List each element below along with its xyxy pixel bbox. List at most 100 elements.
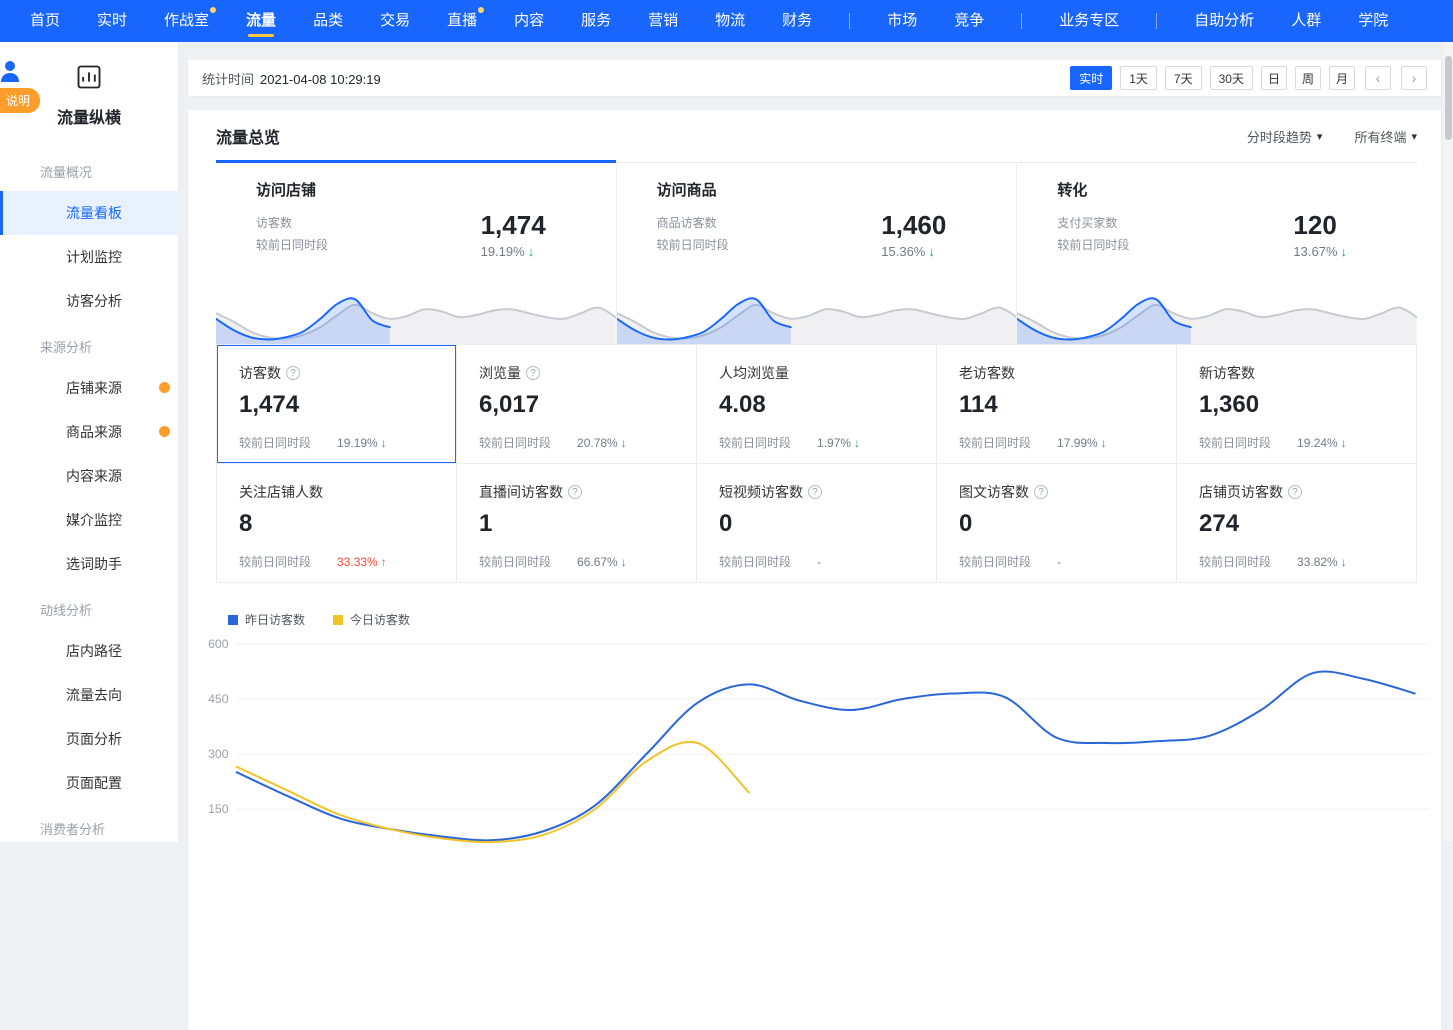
metric-title: 关注店铺人数 [239,482,323,502]
nav-item-traffic[interactable]: 流量 [246,0,276,42]
nav-item-war-room[interactable]: 作战室 [164,0,209,42]
sidebar-item-traffic-dashboard[interactable]: 流量看板 [0,191,178,235]
range-button-30d[interactable]: 30天 [1210,66,1253,90]
sidebar-item-content-source[interactable]: 内容来源 [0,454,178,498]
change-indicator: 66.67%↓ [577,555,627,569]
panel-value: 1,474 [481,212,546,238]
change-percent: 17.99% [1057,436,1098,450]
legend-swatch [333,615,343,625]
scrollbar-thumb[interactable] [1445,56,1452,140]
nav-item-service[interactable]: 服务 [581,0,611,42]
nav-item-live[interactable]: 直播 [447,0,477,42]
visitor-trend-chart-area: 150300450600 [200,636,1429,876]
compare-label: 较前日同时段 [719,553,791,570]
nav-item-competition[interactable]: 竞争 [954,0,984,42]
visitor-trend-chart[interactable]: 150300450600 [200,636,1429,876]
trend-arrow: ↓ [381,436,387,450]
range-button-day[interactable]: 日 [1261,66,1287,90]
range-button-week[interactable]: 周 [1295,66,1321,90]
info-icon[interactable]: ? [1288,485,1302,499]
info-icon[interactable]: ? [568,485,582,499]
legend-item-today[interactable]: 今日访客数 [333,611,410,628]
compare-label: 较前日同时段 [1199,434,1271,451]
sidebar-item-shop-source[interactable]: 店铺来源 [0,366,178,410]
nav-item-market[interactable]: 市场 [887,0,917,42]
note-tag[interactable]: 说明 [0,88,40,113]
metric-value: 4.08 [719,391,936,419]
trend-arrow: ↓ [928,244,935,259]
sidebar-item-traffic-destination[interactable]: 流量去向 [0,673,178,717]
nav-item-business-zone[interactable]: 业务专区 [1059,0,1119,42]
info-icon[interactable]: ? [1034,485,1048,499]
trend-arrow: ↓ [621,555,627,569]
sidebar-item-label: 媒介监控 [66,512,122,528]
sidebar-item-page-config[interactable]: 页面配置 [0,761,178,805]
terminal-select[interactable]: 所有终端 ▾ [1354,127,1417,146]
metric-card-returning-visitors[interactable]: 老访客数 114 较前日同时段 17.99%↓ [937,345,1177,464]
metric-card-new-visitors[interactable]: 新访客数 1,360 较前日同时段 19.24%↓ [1177,345,1417,464]
scrollbar[interactable] [1444,42,1453,842]
sidebar-item-visitor-analysis[interactable]: 访客分析 [0,279,178,323]
nav-item-content[interactable]: 内容 [514,0,544,42]
nav-item-realtime[interactable]: 实时 [97,0,127,42]
info-icon[interactable]: ? [808,485,822,499]
nav-label: 直播 [447,12,477,29]
trend-arrow: ↓ [528,244,535,259]
range-button-7d[interactable]: 7天 [1165,66,1202,90]
range-button-1d[interactable]: 1天 [1120,66,1157,90]
nav-item-academy[interactable]: 学院 [1358,0,1388,42]
nav-divider [849,13,850,29]
range-button-realtime[interactable]: 实时 [1070,66,1112,90]
metric-card-shop-page-visitors[interactable]: 店铺页访客数? 274 较前日同时段 33.82%↓ [1177,464,1417,583]
sidebar-item-word-assistant[interactable]: 选词助手 [0,542,178,586]
compare-label: 较前日同时段 [657,234,729,256]
metric-card-pageviews[interactable]: 浏览量? 6,017 较前日同时段 20.78%↓ [457,345,697,464]
trend-mode-select[interactable]: 分时段趋势 ▾ [1247,127,1323,146]
sidebar-group-source-analysis: 来源分析 [0,323,178,366]
product-visit-sparkline [617,288,1017,344]
metric-card-image-text-visitors[interactable]: 图文访客数? 0 较前日同时段 - [937,464,1177,583]
nav-item-audience[interactable]: 人群 [1291,0,1321,42]
trend-arrow: ↓ [1341,555,1347,569]
sidebar-item-page-analysis[interactable]: 页面分析 [0,717,178,761]
metric-title: 新访客数 [1199,363,1255,383]
range-button-month[interactable]: 月 [1329,66,1355,90]
compare-label: 较前日同时段 [1199,553,1271,570]
metric-card-live-room-visitors[interactable]: 直播间访客数? 1 较前日同时段 66.67%↓ [457,464,697,583]
change-percent: - [817,555,821,569]
panel-product-visit[interactable]: 访问商品 商品访客数 较前日同时段 1,460 15.36% ↓ [617,163,1018,344]
legend-item-yesterday[interactable]: 昨日访客数 [228,611,305,628]
sidebar-item-product-source[interactable]: 商品来源 [0,410,178,454]
panel-conversion[interactable]: 转化 支付买家数 较前日同时段 120 13.67% ↓ [1017,163,1417,344]
compare-label: 较前日同时段 [239,553,311,570]
nav-item-logistics[interactable]: 物流 [715,0,745,42]
panel-shop-visit[interactable]: 访问店铺 访客数 较前日同时段 1,474 19.19% ↓ [216,163,617,344]
metric-card-short-video-visitors[interactable]: 短视频访客数? 0 较前日同时段 - [697,464,937,583]
nav-item-trade[interactable]: 交易 [380,0,410,42]
chevron-right-icon[interactable]: › [1401,66,1427,90]
sidebar-item-plan-monitor[interactable]: 计划监控 [0,235,178,279]
trend-arrow: ↑ [381,555,387,569]
nav-item-self-analysis[interactable]: 自助分析 [1194,0,1254,42]
shop-visit-sparkline [216,288,616,344]
metric-title: 浏览量 [479,363,521,383]
info-icon[interactable]: ? [526,366,540,380]
sidebar-item-label: 商品来源 [66,424,122,440]
sidebar-item-in-shop-path[interactable]: 店内路径 [0,629,178,673]
assistant-person-icon[interactable] [0,58,26,89]
metric-card-shop-followers[interactable]: 关注店铺人数 8 较前日同时段 33.33%↑ [217,464,457,583]
change-indicator: 33.82%↓ [1297,555,1347,569]
nav-item-marketing[interactable]: 营销 [648,0,678,42]
metric-card-avg-pageviews[interactable]: 人均浏览量 4.08 较前日同时段 1.97%↓ [697,345,937,464]
nav-item-home[interactable]: 首页 [30,0,60,42]
info-icon[interactable]: ? [286,366,300,380]
sidebar: 流量纵横 流量概况 流量看板 计划监控 访客分析 来源分析 店铺来源 商品来源 … [0,42,178,842]
metric-card-visitors[interactable]: 访客数? 1,474 较前日同时段 19.19%↓ [217,345,457,464]
chevron-left-icon[interactable]: ‹ [1365,66,1391,90]
sidebar-item-media-monitor[interactable]: 媒介监控 [0,498,178,542]
compare-label: 较前日同时段 [1057,234,1129,256]
sidebar-item-label: 店铺来源 [66,380,122,396]
nav-item-category[interactable]: 品类 [313,0,343,42]
nav-item-finance[interactable]: 财务 [782,0,812,42]
trend-arrow: ↓ [1341,436,1347,450]
